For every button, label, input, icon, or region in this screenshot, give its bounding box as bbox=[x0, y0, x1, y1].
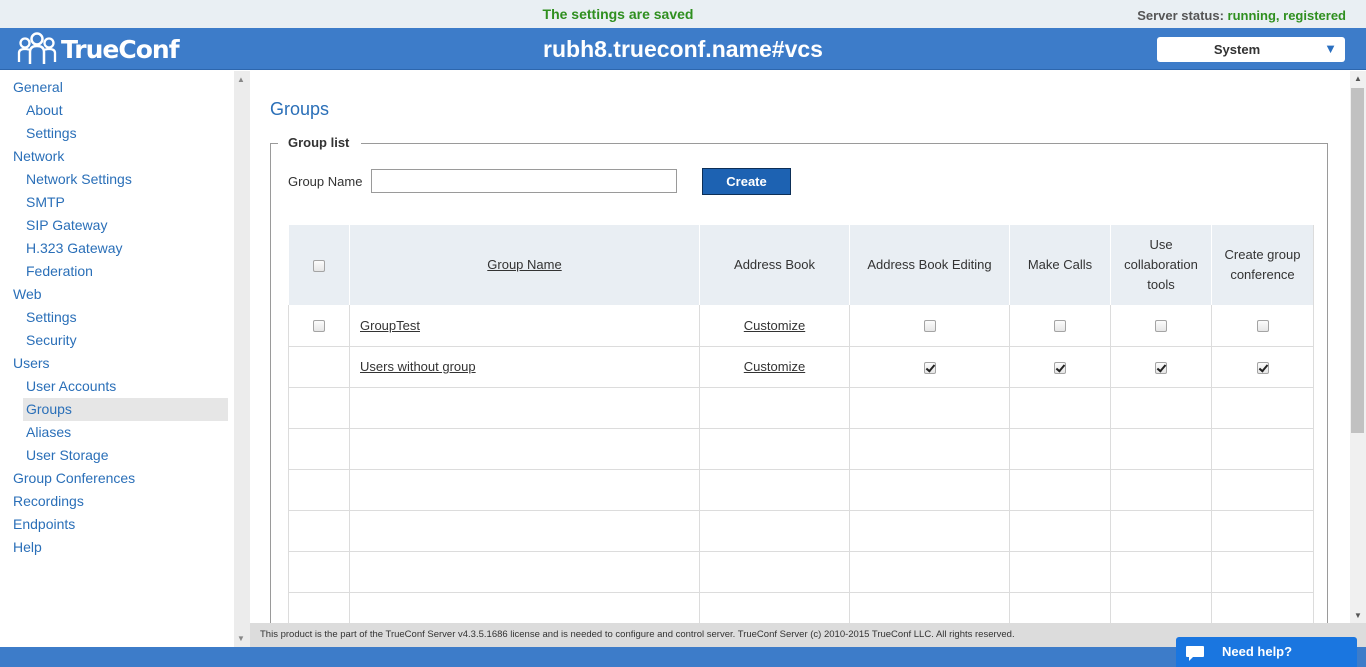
system-dropdown[interactable]: System ▼ bbox=[1157, 37, 1345, 62]
sidebar-item-about[interactable]: About bbox=[0, 99, 234, 122]
header-create-group-conference: Create group conference bbox=[1211, 225, 1314, 305]
need-help-label: Need help? bbox=[1222, 644, 1293, 659]
groups-table: Group Name Address Book Address Book Edi… bbox=[288, 225, 1314, 623]
sidebar-item-group-conferences[interactable]: Group Conferences bbox=[0, 467, 234, 490]
collaboration-tools-checkbox[interactable] bbox=[1155, 361, 1167, 374]
create-group-conference-checkbox[interactable] bbox=[1256, 320, 1269, 333]
server-status-label: Server status: bbox=[1137, 8, 1224, 23]
make-calls-checkbox[interactable] bbox=[1054, 320, 1066, 333]
need-help-button[interactable]: Need help? bbox=[1176, 637, 1357, 667]
perm-cell bbox=[849, 305, 1010, 347]
sidebar-item-network-settings[interactable]: Network Settings bbox=[0, 168, 234, 191]
perm-cell bbox=[1211, 305, 1314, 347]
server-status-value: running, registered bbox=[1227, 8, 1346, 23]
group-name-link[interactable]: GroupTest bbox=[360, 318, 420, 333]
empty-table-row bbox=[288, 387, 1314, 429]
scrollbar-thumb[interactable] bbox=[1351, 88, 1364, 433]
empty-table-row bbox=[288, 551, 1314, 593]
header-make-calls: Make Calls bbox=[1009, 225, 1111, 305]
sidebar-item-federation[interactable]: Federation bbox=[0, 260, 234, 283]
collaboration-tools-checkbox[interactable] bbox=[1155, 320, 1167, 333]
bottom-bar bbox=[0, 647, 1366, 667]
sidebar-item-sip-gateway[interactable]: SIP Gateway bbox=[0, 214, 234, 237]
main-content: Groups Group list Group Name Create Grou… bbox=[250, 71, 1350, 623]
notification-bar: The settings are saved Server status: ru… bbox=[0, 0, 1366, 28]
address-book-editing-checkbox[interactable] bbox=[923, 320, 936, 333]
sidebar-nav: General About Settings Network Network Setti… bbox=[0, 71, 234, 559]
perm-cell bbox=[1009, 346, 1111, 388]
perm-cell bbox=[1211, 346, 1314, 388]
group-list-fieldset: Group list Group Name Create Group Name … bbox=[270, 135, 1328, 623]
group-name-input[interactable] bbox=[371, 169, 677, 193]
group-list-legend: Group list bbox=[288, 135, 350, 150]
trueconf-logo[interactable]: TrueConf bbox=[16, 32, 180, 66]
address-book-editing-checkbox[interactable] bbox=[923, 361, 936, 374]
perm-cell bbox=[1110, 305, 1212, 347]
group-name-label: Group Name bbox=[288, 174, 363, 189]
page-scrollbar[interactable]: ▲ ▼ bbox=[1350, 71, 1366, 623]
dropdown-arrow-icon: ▼ bbox=[1324, 41, 1337, 56]
header-address-book-editing: Address Book Editing bbox=[849, 225, 1010, 305]
sidebar: General About Settings Network Network Setti… bbox=[0, 71, 234, 647]
header-address-book: Address Book bbox=[699, 225, 850, 305]
row-select-checkbox[interactable] bbox=[313, 320, 325, 333]
sidebar-item-aliases[interactable]: Aliases bbox=[0, 421, 234, 444]
address-book-cell: Customize bbox=[699, 346, 850, 388]
footer-license-text: This product is the part of the TrueConf… bbox=[260, 629, 1015, 640]
empty-table-row bbox=[288, 510, 1314, 552]
table-row: GroupTest Customize bbox=[288, 305, 1314, 347]
settings-saved-message: The settings are saved bbox=[542, 6, 694, 22]
sidebar-item-user-accounts[interactable]: User Accounts bbox=[0, 375, 234, 398]
empty-table-row bbox=[288, 592, 1314, 623]
empty-table-row bbox=[288, 469, 1314, 511]
sidebar-item-users[interactable]: Users bbox=[0, 352, 234, 375]
logo-text: TrueConf bbox=[61, 34, 180, 64]
sidebar-item-groups[interactable]: Groups bbox=[23, 398, 228, 421]
header-group-name[interactable]: Group Name bbox=[349, 225, 700, 305]
system-dropdown-value: System bbox=[1213, 42, 1261, 57]
sidebar-item-user-storage[interactable]: User Storage bbox=[0, 444, 234, 467]
scroll-down-icon[interactable]: ▼ bbox=[237, 634, 245, 643]
customize-link[interactable]: Customize bbox=[744, 318, 805, 333]
sidebar-item-recordings[interactable]: Recordings bbox=[0, 490, 234, 513]
group-name-link[interactable]: Users without group bbox=[360, 359, 476, 374]
page-title: Groups bbox=[270, 99, 330, 119]
empty-table-row bbox=[288, 428, 1314, 470]
select-all-header bbox=[288, 225, 350, 305]
sidebar-item-h-323-gateway[interactable]: H.323 Gateway bbox=[0, 237, 234, 260]
sidebar-item-general[interactable]: General bbox=[0, 76, 234, 99]
sidebar-item-settings[interactable]: Settings bbox=[0, 306, 234, 329]
address-book-cell: Customize bbox=[699, 305, 850, 347]
server-status: Server status: running, registered bbox=[1137, 8, 1346, 23]
create-group-conference-checkbox[interactable] bbox=[1256, 361, 1269, 374]
scroll-up-icon[interactable]: ▲ bbox=[237, 75, 245, 84]
customize-link[interactable]: Customize bbox=[744, 359, 805, 374]
table-header-row: Group Name Address Book Address Book Edi… bbox=[288, 225, 1314, 305]
sidebar-item-endpoints[interactable]: Endpoints bbox=[0, 513, 234, 536]
table-row: Users without group Customize bbox=[288, 346, 1314, 388]
sidebar-item-help[interactable]: Help bbox=[0, 536, 234, 559]
perm-cell bbox=[849, 346, 1010, 388]
row-select-cell bbox=[288, 305, 350, 347]
create-button[interactable]: Create bbox=[702, 168, 791, 195]
perm-cell bbox=[1009, 305, 1111, 347]
chat-bubble-icon bbox=[1186, 646, 1204, 661]
group-name-cell: Users without group bbox=[349, 346, 700, 388]
sidebar-scrollbar[interactable]: ▲ ▼ bbox=[234, 71, 250, 647]
sidebar-item-network[interactable]: Network bbox=[0, 145, 234, 168]
select-all-checkbox[interactable] bbox=[312, 259, 325, 272]
sidebar-item-settings[interactable]: Settings bbox=[0, 122, 234, 145]
header: TrueConf rubh8.trueconf.name#vcs System … bbox=[0, 28, 1366, 70]
group-name-cell: GroupTest bbox=[349, 305, 700, 347]
perm-cell bbox=[1110, 346, 1212, 388]
sidebar-item-web[interactable]: Web bbox=[0, 283, 234, 306]
header-collaboration-tools: Use collaboration tools bbox=[1110, 225, 1212, 305]
make-calls-checkbox[interactable] bbox=[1054, 361, 1066, 374]
scroll-up-icon[interactable]: ▲ bbox=[1354, 74, 1362, 83]
sidebar-item-smtp[interactable]: SMTP bbox=[0, 191, 234, 214]
row-select-cell bbox=[288, 346, 350, 388]
scroll-down-icon[interactable]: ▼ bbox=[1354, 611, 1362, 620]
sidebar-item-security[interactable]: Security bbox=[0, 329, 234, 352]
people-logo-icon bbox=[17, 32, 57, 64]
